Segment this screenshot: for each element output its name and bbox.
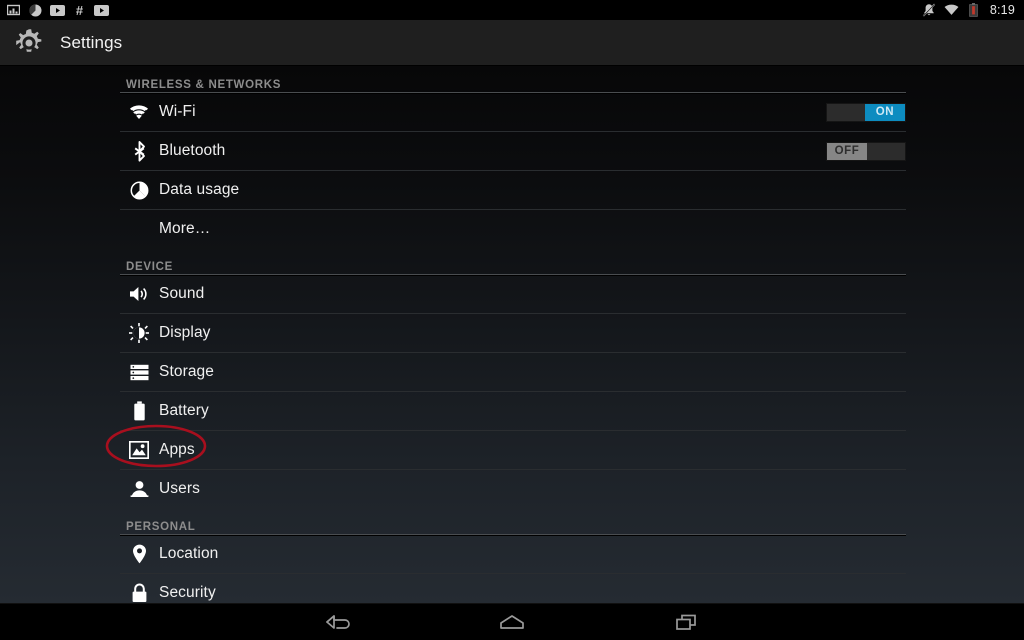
settings-list-container[interactable]: WIRELESS & NETWORKS Wi-Fi ON Bluetooth O… <box>0 66 1024 603</box>
users-icon <box>126 476 152 502</box>
apps-icon <box>126 437 152 463</box>
settings-row-display[interactable]: Display <box>0 314 1024 352</box>
settings-row-more[interactable]: More… <box>0 210 1024 248</box>
settings-row-storage[interactable]: Storage <box>0 353 1024 391</box>
bluetooth-toggle-switch[interactable]: OFF <box>826 141 906 161</box>
settings-gear-icon[interactable] <box>10 24 48 62</box>
bluetooth-icon <box>126 138 152 164</box>
section-label: WIRELESS & NETWORKS <box>126 79 282 91</box>
status-bar-notification-icons: # <box>6 3 922 17</box>
status-bar: # 8:19 <box>0 0 1024 20</box>
screenshot-icon <box>6 3 21 17</box>
action-bar: Settings <box>0 20 1024 66</box>
page-title: Settings <box>60 32 123 52</box>
ringer-muted-icon <box>922 3 937 17</box>
wifi-toggle-switch[interactable]: ON <box>826 102 906 122</box>
settings-row-wifi[interactable]: Wi-Fi ON <box>0 93 1024 131</box>
section-header-wireless: WIRELESS & NETWORKS <box>0 66 1024 92</box>
settings-row-users[interactable]: Users <box>0 470 1024 508</box>
settings-row-location[interactable]: Location <box>0 535 1024 573</box>
settings-row-label: Data usage <box>159 181 240 198</box>
battery-low-icon <box>966 3 981 17</box>
battery-icon <box>126 398 152 424</box>
media-disc-icon <box>28 3 43 17</box>
settings-row-data-usage[interactable]: Data usage <box>0 171 1024 209</box>
section-label: DEVICE <box>126 261 174 273</box>
status-bar-clock: 8:19 <box>989 3 1015 17</box>
wifi-status-icon <box>944 3 959 17</box>
settings-row-sound[interactable]: Sound <box>0 275 1024 313</box>
home-button[interactable] <box>484 604 540 640</box>
recents-button[interactable] <box>658 604 714 640</box>
sound-icon <box>126 281 152 307</box>
settings-list: WIRELESS & NETWORKS Wi-Fi ON Bluetooth O… <box>0 66 1024 603</box>
status-bar-system-icons: 8:19 <box>922 3 1018 17</box>
section-label: PERSONAL <box>126 521 196 533</box>
settings-row-label: Bluetooth <box>159 142 226 159</box>
settings-row-label: More… <box>159 220 211 237</box>
settings-row-label: Wi-Fi <box>159 103 196 120</box>
settings-row-apps[interactable]: Apps <box>0 431 1024 469</box>
settings-row-label: Apps <box>159 441 195 458</box>
settings-row-bluetooth[interactable]: Bluetooth OFF <box>0 132 1024 170</box>
wifi-icon <box>126 99 152 125</box>
youtube-icon-1 <box>50 3 65 17</box>
back-button[interactable] <box>310 604 366 640</box>
hash-icon: # <box>75 2 84 18</box>
settings-row-label: Sound <box>159 285 205 302</box>
settings-row-battery[interactable]: Battery <box>0 392 1024 430</box>
settings-row-label: Battery <box>159 402 209 419</box>
android-settings-screen: # 8:19 Settings WIRELESS & NETWORKS Wi-F… <box>0 0 1024 640</box>
settings-row-label: Users <box>159 480 200 497</box>
display-icon <box>126 320 152 346</box>
section-header-device: DEVICE <box>0 248 1024 274</box>
settings-row-label: Display <box>159 324 211 341</box>
settings-row-label: Storage <box>159 363 214 380</box>
youtube-icon-2 <box>94 3 109 17</box>
switch-state-label: ON <box>865 103 905 121</box>
settings-row-label: Location <box>159 545 219 562</box>
location-icon <box>126 541 152 567</box>
navigation-bar <box>0 603 1024 640</box>
security-icon <box>126 580 152 603</box>
data-usage-icon <box>126 177 152 203</box>
settings-row-security[interactable]: Security <box>0 574 1024 603</box>
switch-state-label: OFF <box>827 142 867 160</box>
section-header-personal: PERSONAL <box>0 508 1024 534</box>
storage-icon <box>126 359 152 385</box>
settings-row-label: Security <box>159 584 216 601</box>
